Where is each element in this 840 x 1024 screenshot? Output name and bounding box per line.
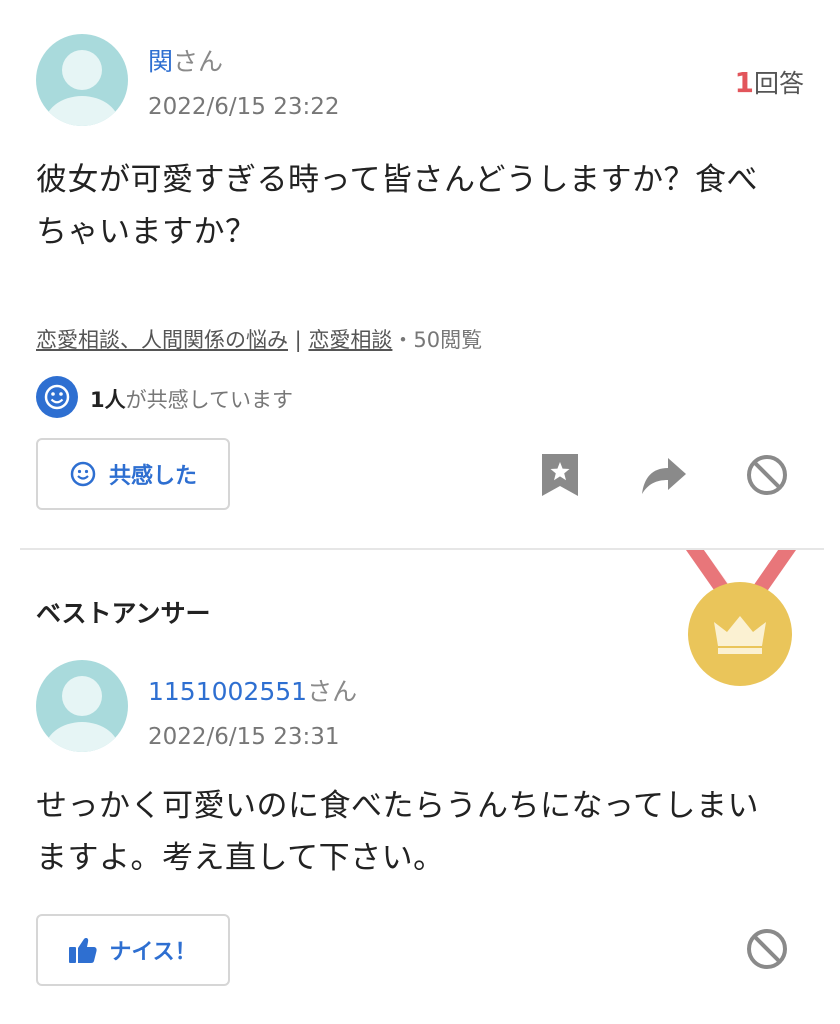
smile-icon (69, 460, 97, 488)
thumbs-up-icon (69, 937, 97, 963)
nice-button[interactable]: ナイス！ (36, 914, 230, 986)
category-separator: | (288, 328, 309, 352)
empathy-button-label: 共感した (108, 464, 197, 489)
answer-count[interactable]: 1回答 (735, 64, 805, 100)
empathy-status: 1人が共感しています (90, 384, 293, 414)
share-icon[interactable] (642, 458, 686, 494)
question-user-suffix: さん (173, 47, 224, 76)
empathy-text: が共感しています (125, 388, 293, 412)
answer-user-suffix: さん (307, 677, 358, 706)
view-count: ・50閲覧 (392, 328, 483, 352)
question-user-name[interactable]: 関 (148, 47, 173, 76)
smile-icon (36, 376, 78, 418)
question-text-line: ちゃいますか？ (36, 214, 257, 250)
answer-user[interactable]: 1151002551さん (148, 672, 357, 708)
avatar-head (62, 676, 102, 716)
answer-text-line: ますよ。考え直して下さい。 (36, 840, 445, 876)
avatar-body (44, 96, 120, 126)
category-link[interactable]: 恋愛相談 (308, 328, 392, 352)
answer-text-line: せっかく可愛いのに食べたらうんちになってしまい (36, 788, 759, 824)
avatar-body (44, 722, 120, 752)
category-link[interactable]: 恋愛相談、人間関係の悩み (36, 328, 288, 352)
answer-avatar[interactable] (36, 660, 128, 752)
block-icon[interactable] (746, 928, 788, 970)
nice-button-label: ナイス！ (109, 940, 197, 965)
medal-icon (680, 550, 802, 690)
question-user[interactable]: 関さん (148, 42, 223, 78)
answer-date: 2022/6/15 23:31 (148, 724, 340, 750)
answer-count-label: 回答 (753, 69, 804, 98)
block-icon[interactable] (746, 454, 788, 496)
answer-count-number: 1 (734, 66, 754, 99)
question-text: 彼女が可愛すぎる時って皆さんどうしますか？食べ ちゃいますか？ (36, 154, 816, 258)
question-categories: 恋愛相談、人間関係の悩み | 恋愛相談・50閲覧 (36, 324, 482, 354)
question-text-line: 彼女が可愛すぎる時って皆さんどうしますか？食べ (36, 162, 759, 198)
bookmark-icon[interactable] (540, 454, 580, 496)
empathy-button[interactable]: 共感した (36, 438, 230, 510)
answer-text: せっかく可愛いのに食べたらうんちになってしまい ますよ。考え直して下さい。 (36, 780, 816, 884)
best-answer-title: ベストアンサー (36, 599, 211, 628)
question-date: 2022/6/15 23:22 (148, 94, 340, 120)
question-avatar[interactable] (36, 34, 128, 126)
empathy-count: 1人 (90, 388, 126, 412)
answer-user-name[interactable]: 1151002551 (148, 677, 307, 706)
avatar-head (62, 50, 102, 90)
